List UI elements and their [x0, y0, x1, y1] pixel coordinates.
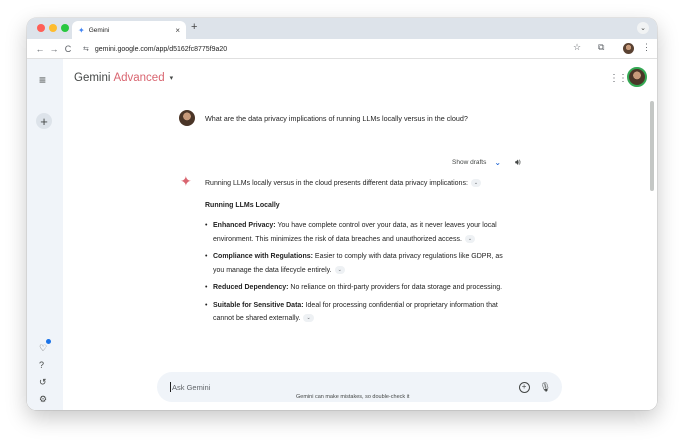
- tab-strip: ✦ Gemini × + ⌄: [27, 18, 657, 39]
- list-item: Compliance with Regulations: Easier to c…: [205, 250, 515, 277]
- new-tab-button[interactable]: +: [191, 21, 197, 33]
- add-image-icon[interactable]: +: [518, 381, 530, 393]
- notification-dot: [46, 339, 51, 344]
- minimize-window-button[interactable]: [49, 24, 57, 32]
- address-bar[interactable]: ⇆ gemini.google.com/app/d5162fc8775f9a20: [83, 42, 583, 56]
- source-chip[interactable]: ⌄: [334, 265, 345, 274]
- forward-button[interactable]: →: [47, 44, 61, 54]
- text-cursor: [170, 382, 171, 392]
- user-avatar: [179, 110, 195, 126]
- settings-gear-icon[interactable]: ⚙: [39, 394, 47, 405]
- response-intro: Running LLMs locally versus in the cloud…: [205, 177, 515, 191]
- source-chip[interactable]: ⌄: [470, 179, 482, 188]
- account-avatar[interactable]: [627, 67, 647, 87]
- user-message: What are the data privacy implications o…: [179, 110, 468, 126]
- new-chat-button[interactable]: +: [36, 113, 52, 129]
- response-list: Enhanced Privacy: You have complete cont…: [205, 219, 515, 326]
- url-text: gemini.google.com/app/d5162fc8775f9a20: [94, 45, 228, 53]
- menu-icon[interactable]: ≡: [39, 73, 46, 87]
- tab-search-icon[interactable]: ⌄: [637, 22, 649, 34]
- back-button[interactable]: ←: [33, 44, 47, 54]
- gemini-spark-icon: ✦: [180, 173, 192, 189]
- response-body: Running LLMs locally versus in the cloud…: [205, 177, 515, 330]
- list-item: Enhanced Privacy: You have complete cont…: [205, 219, 515, 246]
- maximize-window-button[interactable]: [61, 24, 69, 32]
- chevron-down-icon[interactable]: ▾: [170, 74, 174, 82]
- close-tab-icon[interactable]: ×: [175, 26, 180, 35]
- brand-tier: Advanced: [113, 72, 165, 84]
- show-drafts-button[interactable]: Show drafts: [452, 159, 486, 166]
- gem-manager-icon[interactable]: ♡: [39, 343, 47, 354]
- bookmark-star-icon[interactable]: ☆: [573, 42, 581, 53]
- more-menu-icon[interactable]: ⋮: [642, 42, 651, 53]
- tab-title: Gemini: [88, 26, 110, 34]
- speaker-icon[interactable]: 🔊︎: [515, 157, 521, 168]
- activity-icon[interactable]: ↺: [39, 377, 47, 388]
- browser-toolbar: ← → C ⇆ gemini.google.com/app/d5162fc877…: [27, 39, 657, 59]
- help-icon[interactable]: ?: [39, 360, 44, 370]
- app-header[interactable]: Gemini Advanced ▾: [74, 72, 173, 84]
- gemini-app: ≡ + ♡ ? ↺ ⚙ Gemini Advanced ▾ ⋮⋮⋮ What a…: [27, 59, 657, 410]
- disclaimer-text: Gemini can make mistakes, so double-chec…: [296, 394, 410, 400]
- chevron-down-icon[interactable]: ⌄: [494, 158, 501, 167]
- scrollbar[interactable]: [650, 101, 654, 191]
- user-prompt-text: What are the data privacy implications o…: [205, 113, 468, 123]
- prompt-placeholder: Ask Gemini: [172, 382, 211, 392]
- site-settings-icon[interactable]: ⇆: [83, 45, 89, 53]
- microphone-icon[interactable]: 🎙︎: [540, 382, 551, 393]
- source-chip[interactable]: ⌄: [464, 234, 476, 243]
- brand-name: Gemini: [74, 72, 111, 84]
- tab-gemini[interactable]: ✦ Gemini ×: [72, 21, 186, 39]
- drafts-row: Show drafts ⌄ 🔊︎: [452, 157, 521, 168]
- list-item: Suitable for Sensitive Data: Ideal for p…: [205, 299, 515, 326]
- gemini-spark-icon: ✦: [78, 25, 85, 35]
- source-chip[interactable]: ⌄: [303, 314, 314, 323]
- profile-avatar[interactable]: [623, 43, 634, 54]
- reload-button[interactable]: C: [61, 44, 75, 54]
- response-heading: Running LLMs Locally: [205, 201, 280, 209]
- close-window-button[interactable]: [37, 24, 45, 32]
- browser-window: ✦ Gemini × + ⌄ ← → C ⇆ gemini.google.com…: [27, 18, 657, 410]
- extensions-icon[interactable]: ⧉: [598, 42, 604, 53]
- list-item: Reduced Dependency: No reliance on third…: [205, 281, 515, 295]
- sidebar: ≡ + ♡ ? ↺ ⚙: [27, 59, 63, 410]
